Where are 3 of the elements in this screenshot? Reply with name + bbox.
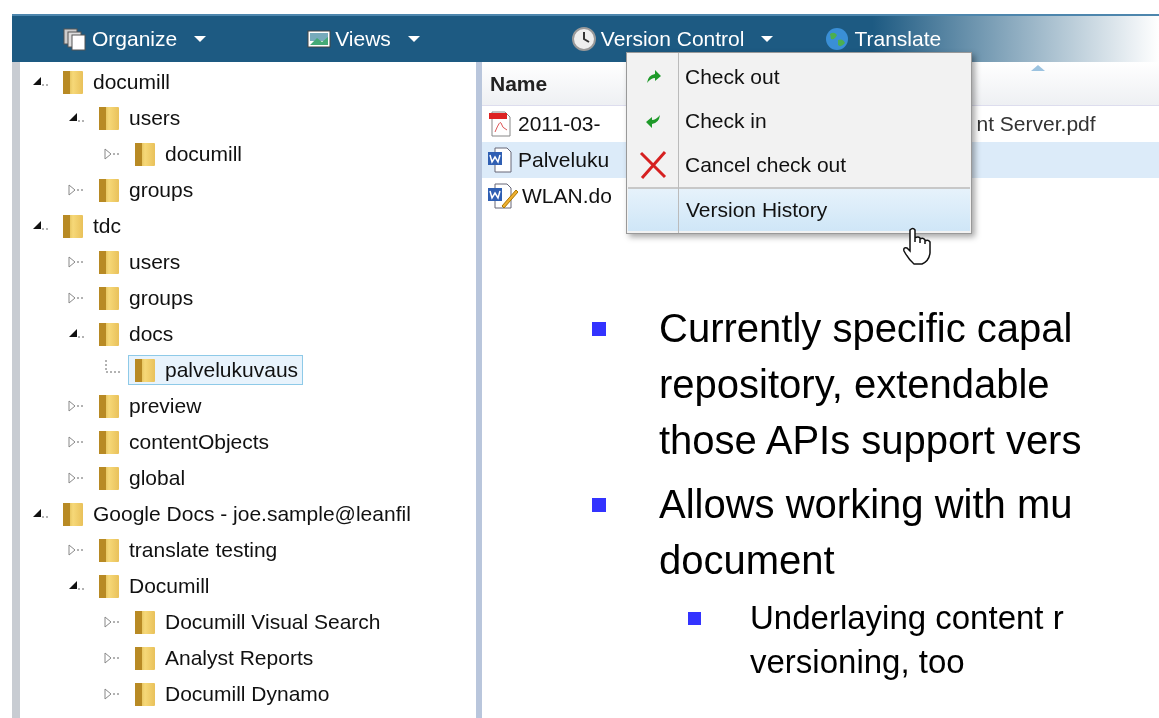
bullet-text: Currently specific capal repository, extendable those APIs support vers: [659, 305, 1082, 464]
bullet-text: Allows working with mu document: [659, 481, 1073, 584]
bullet-text: Underlaying content r versioning, too: [750, 598, 1064, 682]
